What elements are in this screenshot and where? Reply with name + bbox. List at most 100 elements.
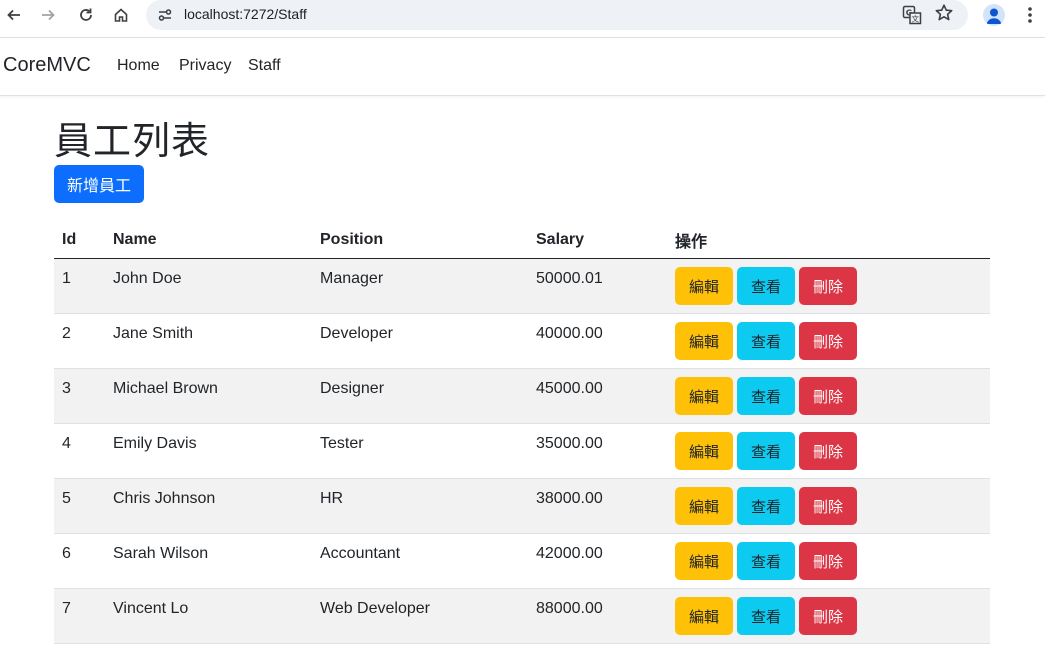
cell-id: 1 <box>54 258 105 314</box>
position-text: Designer <box>320 380 385 397</box>
table-row: 5 Chris Johnson HR 38000.00 編輯 查看 刪除 <box>54 478 990 534</box>
delete-button[interactable]: 刪除 <box>799 322 857 360</box>
app-navbar: CoreMVC Home Privacy Staff <box>0 37 1045 96</box>
view-button[interactable]: 查看 <box>737 322 795 360</box>
nav-link-privacy[interactable]: Privacy <box>179 57 231 75</box>
edit-button[interactable]: 編輯 <box>675 377 733 415</box>
cell-position: Tester <box>312 423 528 479</box>
name-text: John Doe <box>113 270 182 287</box>
cell-salary: 88000.00 <box>528 588 667 644</box>
cell-name: Michael Brown <box>105 368 312 424</box>
cell-id: 2 <box>54 313 105 369</box>
forward-icon[interactable] <box>36 3 60 27</box>
position-text: Accountant <box>320 545 401 562</box>
cell-position: Accountant <box>312 533 528 589</box>
nav-link-staff[interactable]: Staff <box>248 57 281 75</box>
cell-name: Vincent Lo <box>105 588 312 644</box>
cell-actions: 編輯 查看 刪除 <box>667 368 990 424</box>
home-icon[interactable] <box>109 3 133 27</box>
edit-button[interactable]: 編輯 <box>675 267 733 305</box>
bookmark-star-icon[interactable] <box>934 3 954 28</box>
cell-id: 5 <box>54 478 105 534</box>
add-staff-button[interactable]: 新增員工 <box>54 165 144 203</box>
position-text: Web Developer <box>320 600 430 617</box>
salary-text: 88000.00 <box>536 600 603 617</box>
translate-icon[interactable]: G 文 <box>902 5 922 25</box>
cell-position: Designer <box>312 368 528 424</box>
table-row: 3 Michael Brown Designer 45000.00 編輯 查看 … <box>54 368 990 424</box>
cell-id: 6 <box>54 533 105 589</box>
action-group: 編輯 查看 刪除 <box>675 314 982 360</box>
edit-button[interactable]: 編輯 <box>675 487 733 525</box>
delete-button[interactable]: 刪除 <box>799 487 857 525</box>
profile-avatar-icon[interactable] <box>983 4 1005 26</box>
salary-text: 35000.00 <box>536 435 603 452</box>
name-text: Michael Brown <box>113 380 218 397</box>
reload-icon[interactable] <box>74 3 98 27</box>
cell-actions: 編輯 查看 刪除 <box>667 423 990 479</box>
back-icon[interactable] <box>2 3 26 27</box>
salary-text: 38000.00 <box>536 490 603 507</box>
salary-text: 40000.00 <box>536 325 603 342</box>
salary-text: 45000.00 <box>536 380 603 397</box>
page-title: 員工列表 <box>54 121 211 163</box>
cell-position: HR <box>312 478 528 534</box>
header-salary: Salary <box>528 222 667 259</box>
delete-button[interactable]: 刪除 <box>799 597 857 635</box>
cell-name: Jane Smith <box>105 313 312 369</box>
cell-actions: 編輯 查看 刪除 <box>667 533 990 589</box>
edit-button[interactable]: 編輯 <box>675 597 733 635</box>
url-text[interactable]: localhost:7272/Staff <box>184 6 307 22</box>
name-text: Sarah Wilson <box>113 545 209 562</box>
action-group: 編輯 查看 刪除 <box>675 369 982 415</box>
id-text: 6 <box>62 545 71 562</box>
delete-button[interactable]: 刪除 <box>799 542 857 580</box>
view-button[interactable]: 查看 <box>737 487 795 525</box>
table-row: 1 John Doe Manager 50000.01 編輯 查看 刪除 <box>54 258 990 314</box>
delete-button[interactable]: 刪除 <box>799 432 857 470</box>
delete-button[interactable]: 刪除 <box>799 267 857 305</box>
cell-name: Emily Davis <box>105 423 312 479</box>
brand-link[interactable]: CoreMVC <box>3 54 91 77</box>
svg-text:文: 文 <box>912 14 920 24</box>
cell-salary: 45000.00 <box>528 368 667 424</box>
position-text: Developer <box>320 325 393 342</box>
more-menu-icon[interactable] <box>1020 4 1040 26</box>
name-text: Chris Johnson <box>113 490 216 507</box>
position-text: Tester <box>320 435 364 452</box>
cell-id: 7 <box>54 588 105 644</box>
cell-salary: 40000.00 <box>528 313 667 369</box>
cell-actions: 編輯 查看 刪除 <box>667 258 990 314</box>
action-group: 編輯 查看 刪除 <box>675 259 982 305</box>
delete-button[interactable]: 刪除 <box>799 377 857 415</box>
header-id: Id <box>54 222 105 259</box>
header-name: Name <box>105 222 312 259</box>
edit-button[interactable]: 編輯 <box>675 322 733 360</box>
header-actions: 操作 <box>667 222 990 259</box>
cell-actions: 編輯 查看 刪除 <box>667 588 990 644</box>
table-row: 7 Vincent Lo Web Developer 88000.00 編輯 查… <box>54 588 990 644</box>
cell-salary: 35000.00 <box>528 423 667 479</box>
edit-button[interactable]: 編輯 <box>675 542 733 580</box>
name-text: Emily Davis <box>113 435 197 452</box>
nav-link-home[interactable]: Home <box>117 57 160 75</box>
view-button[interactable]: 查看 <box>737 267 795 305</box>
cell-name: John Doe <box>105 258 312 314</box>
view-button[interactable]: 查看 <box>737 377 795 415</box>
id-text: 3 <box>62 380 71 397</box>
salary-text: 50000.01 <box>536 270 603 287</box>
address-bar[interactable]: localhost:7272/Staff G 文 <box>146 0 968 30</box>
id-text: 2 <box>62 325 71 342</box>
table-body: 1 John Doe Manager 50000.01 編輯 查看 刪除 2 J… <box>54 258 990 644</box>
id-text: 7 <box>62 600 71 617</box>
view-button[interactable]: 查看 <box>737 432 795 470</box>
view-button[interactable]: 查看 <box>737 597 795 635</box>
header-position: Position <box>312 222 528 259</box>
edit-button[interactable]: 編輯 <box>675 432 733 470</box>
view-button[interactable]: 查看 <box>737 542 795 580</box>
site-info-icon[interactable] <box>156 6 174 24</box>
action-group: 編輯 查看 刪除 <box>675 424 982 470</box>
id-text: 4 <box>62 435 71 452</box>
table-header: Id Name Position Salary 操作 <box>54 222 990 259</box>
cell-actions: 編輯 查看 刪除 <box>667 478 990 534</box>
